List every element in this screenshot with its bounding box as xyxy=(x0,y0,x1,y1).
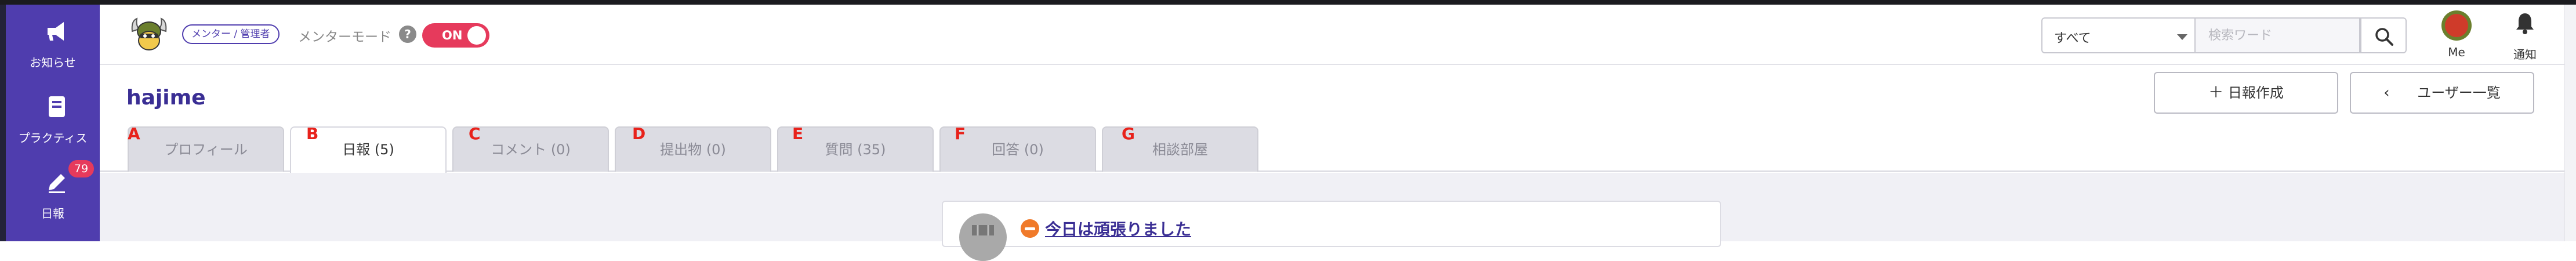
notification-badge: 79 xyxy=(68,160,94,177)
sidebar-item-practices[interactable]: プラクティス xyxy=(6,80,100,155)
role-badge: メンター / 管理者 xyxy=(182,24,280,44)
chevron-down-icon xyxy=(2177,34,2187,40)
search-button[interactable] xyxy=(2360,17,2407,53)
toggle-knob xyxy=(467,26,486,45)
plus-icon: ＋ xyxy=(2208,84,2224,102)
help-icon[interactable]: ? xyxy=(399,26,416,43)
tab-profile[interactable]: プロフィール xyxy=(128,126,284,172)
search-icon xyxy=(2375,28,2393,46)
search-filter-select[interactable]: すべて xyxy=(2041,17,2194,53)
os-top-bar xyxy=(0,0,2576,5)
sidebar-edge xyxy=(0,5,6,241)
search-filter-value: すべて xyxy=(2054,31,2091,46)
me-menu[interactable]: Me xyxy=(2433,8,2480,60)
avatar[interactable] xyxy=(959,213,1007,261)
create-report-label: 日報作成 xyxy=(2227,85,2284,101)
search-input[interactable] xyxy=(2194,17,2360,53)
mentor-mode-toggle[interactable]: ON xyxy=(422,23,489,48)
tab-letter: B xyxy=(306,124,319,143)
sidebar-item-announcements[interactable]: お知らせ xyxy=(6,5,100,80)
user-list-label: ユーザー一覧 xyxy=(2417,85,2501,101)
emotion-icon xyxy=(1021,219,1039,238)
user-list-button[interactable]: ‹ ユーザー一覧 xyxy=(2350,72,2534,114)
chevron-left-icon: ‹ xyxy=(2383,84,2390,102)
tab-letter: C xyxy=(469,124,481,143)
tab-letter: F xyxy=(955,124,966,143)
create-report-button[interactable]: ＋ 日報作成 xyxy=(2154,72,2338,114)
bell-icon xyxy=(2516,13,2534,34)
viking-logo-icon[interactable] xyxy=(129,14,169,55)
sidebar-item-label: お知らせ xyxy=(30,56,76,70)
notifications-label: 通知 xyxy=(2513,48,2537,61)
tab-letter: A xyxy=(128,124,140,143)
scrollbar[interactable] xyxy=(2564,5,2576,241)
mentor-mode-label: メンターモード xyxy=(298,30,391,45)
tab-letter: E xyxy=(792,124,804,143)
megaphone-icon xyxy=(44,19,70,44)
avatar xyxy=(2441,10,2472,41)
sidebar-item-label: プラクティス xyxy=(18,131,88,145)
pencil-icon xyxy=(44,169,70,195)
book-icon xyxy=(44,94,70,119)
notifications[interactable]: 通知 xyxy=(2502,8,2548,61)
sidebar-item-label: 日報 xyxy=(41,206,64,220)
page-title: hajime xyxy=(126,86,206,110)
toggle-label: ON xyxy=(442,28,463,42)
report-title-link[interactable]: 今日は頑張りました xyxy=(1045,217,1191,240)
me-label: Me xyxy=(2448,45,2465,59)
tab-letter: G xyxy=(1122,124,1135,143)
tab-letter: D xyxy=(632,124,646,143)
